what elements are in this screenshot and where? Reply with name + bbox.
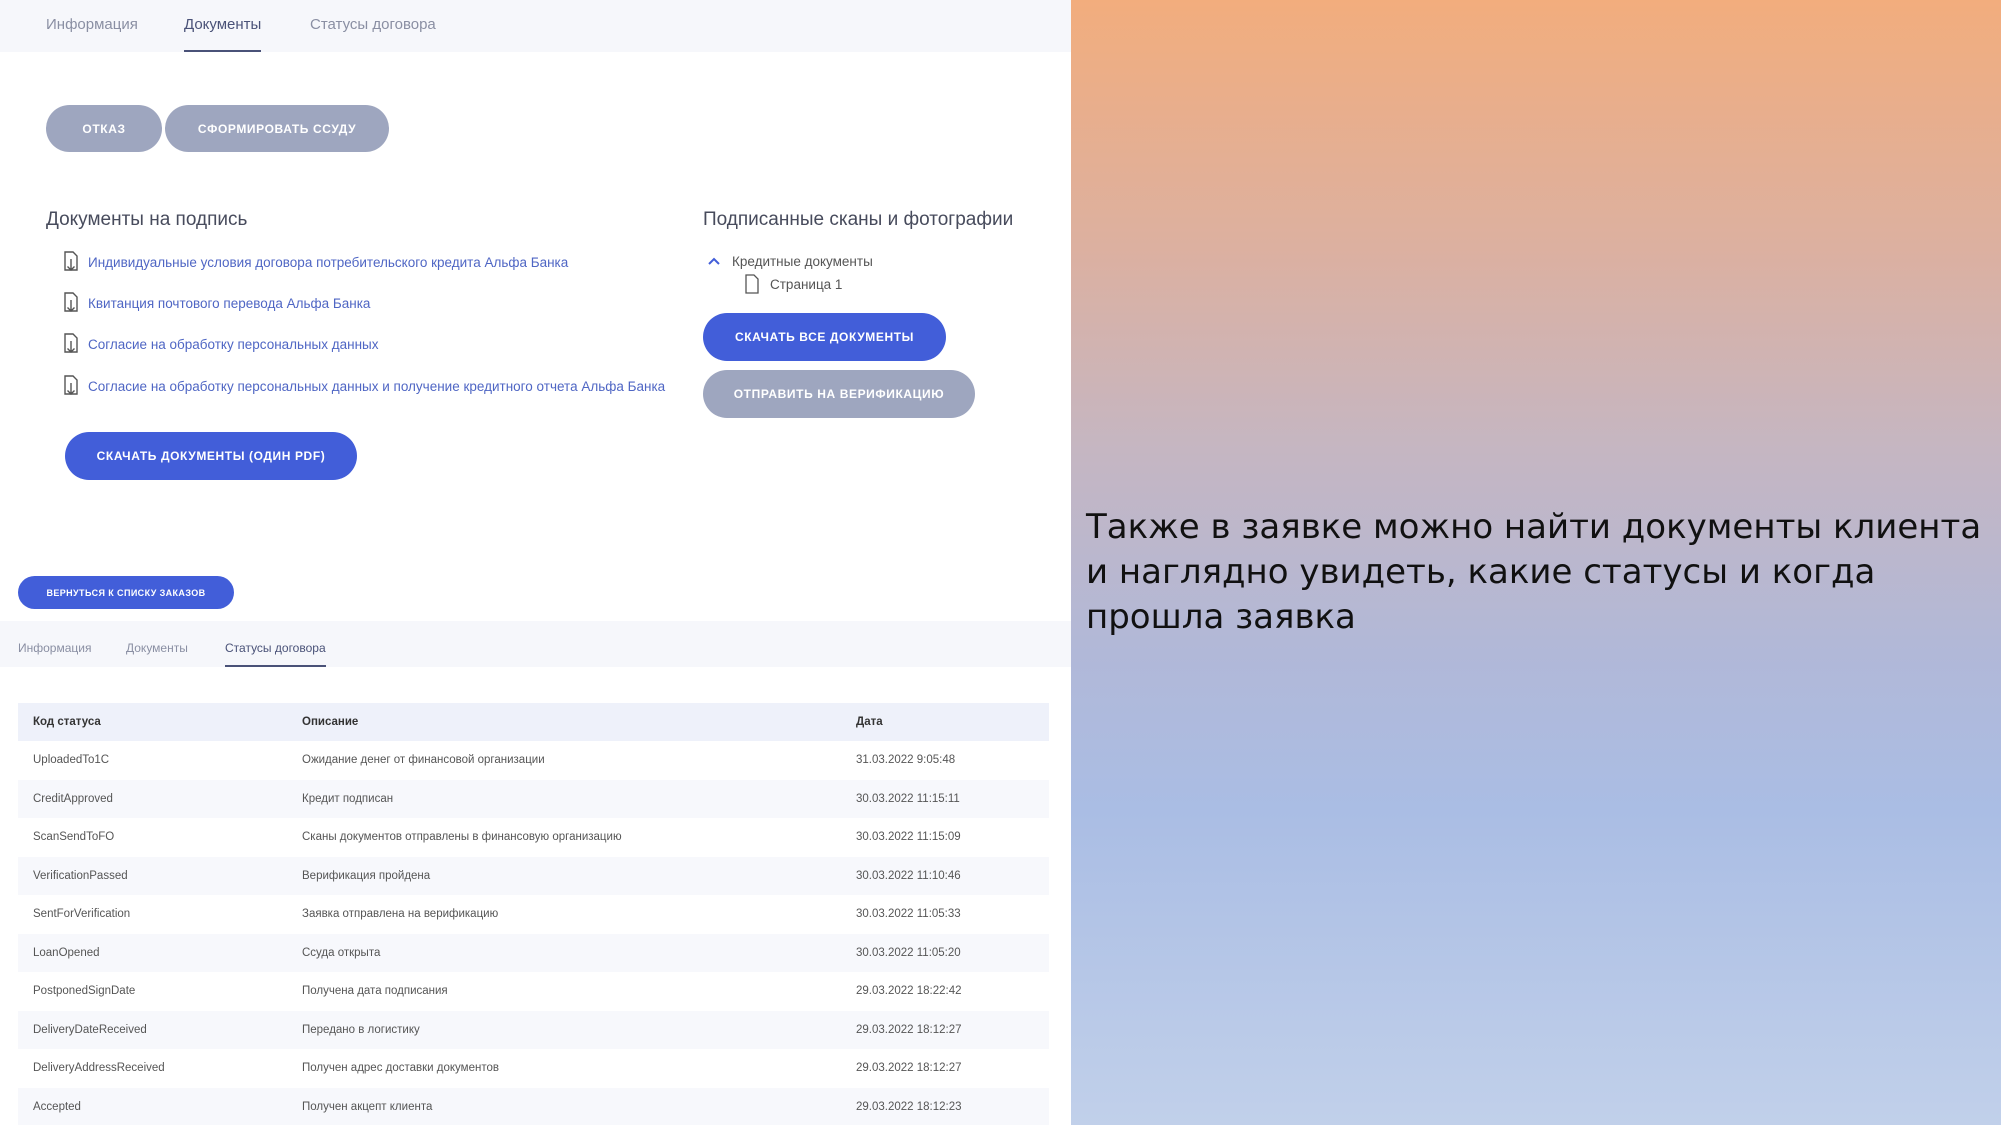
reject-button[interactable]: ОТКАЗ — [46, 105, 162, 152]
credit-docs-label: Кредитные документы — [732, 253, 873, 269]
docs-to-sign-heading: Документы на подпись — [46, 209, 248, 230]
status-table: Код статуса Описание Дата UploadedTo1C О… — [18, 703, 1049, 1125]
send-verification-button[interactable]: ОТПРАВИТЬ НА ВЕРИФИКАЦИЮ — [703, 370, 975, 418]
download-pdf-button[interactable]: СКАЧАТЬ ДОКУМЕНТЫ (ОДИН PDF) — [65, 432, 357, 480]
status-description-cell: Получен адрес доставки документов — [287, 1049, 841, 1088]
status-date-cell: 30.03.2022 11:05:33 — [841, 895, 1049, 934]
status-code-cell: VerificationPassed — [18, 856, 287, 895]
table-row: CreditApproved Кредит подписан 30.03.202… — [18, 779, 1049, 818]
status-description-cell: Кредит подписан — [287, 779, 841, 818]
file-download-icon — [64, 251, 78, 271]
table-row: SentForVerification Заявка отправлена на… — [18, 895, 1049, 934]
bottom-tab-bar: Информация Документы Статусы договора — [0, 621, 1071, 667]
status-description-cell: Верификация пройдена — [287, 856, 841, 895]
top-tab-bar: Информация Документы Статусы договора — [0, 0, 1071, 52]
scan-page-item[interactable]: Страница 1 — [744, 274, 842, 294]
status-description-cell: Передано в логистику — [287, 1010, 841, 1049]
doc-item[interactable]: Индивидуальные условия договора потребит… — [62, 250, 568, 274]
doc-link[interactable]: Согласие на обработку персональных данны… — [88, 379, 665, 394]
tab-statuses[interactable]: Статусы договора — [225, 641, 326, 667]
status-date-cell: 29.03.2022 18:12:23 — [841, 1087, 1049, 1125]
status-description-cell: Ссуда открыта — [287, 933, 841, 972]
tab-documents[interactable]: Документы — [126, 641, 188, 667]
status-description-cell: Заявка отправлена на верификацию — [287, 895, 841, 934]
table-row: PostponedSignDate Получена дата подписан… — [18, 972, 1049, 1011]
tab-info[interactable]: Информация — [46, 16, 138, 52]
file-download-icon — [64, 292, 78, 312]
download-all-button[interactable]: СКАЧАТЬ ВСЕ ДОКУМЕНТЫ — [703, 313, 946, 361]
status-code-cell: PostponedSignDate — [18, 972, 287, 1011]
status-description-cell: Получен акцепт клиента — [287, 1087, 841, 1125]
status-code-cell: DeliveryAddressReceived — [18, 1049, 287, 1088]
status-date-cell: 30.03.2022 11:15:11 — [841, 779, 1049, 818]
status-date-cell: 29.03.2022 18:12:27 — [841, 1010, 1049, 1049]
table-header-row: Код статуса Описание Дата — [18, 703, 1049, 741]
file-download-icon — [64, 333, 78, 353]
status-date-cell: 29.03.2022 18:22:42 — [841, 972, 1049, 1011]
status-code-cell: SentForVerification — [18, 895, 287, 934]
status-date-cell: 30.03.2022 11:05:20 — [841, 933, 1049, 972]
credit-docs-group[interactable]: Кредитные документы — [706, 253, 873, 269]
form-loan-button[interactable]: СФОРМИРОВАТЬ ССУДУ — [165, 105, 389, 152]
table-row: DeliveryAddressReceived Получен адрес до… — [18, 1049, 1049, 1088]
tab-info[interactable]: Информация — [18, 641, 91, 667]
scan-page-label[interactable]: Страница 1 — [770, 277, 842, 292]
chevron-up-icon[interactable] — [706, 253, 722, 269]
status-code-cell: Accepted — [18, 1087, 287, 1125]
status-code-cell: CreditApproved — [18, 779, 287, 818]
file-download-icon — [64, 375, 78, 395]
document-icon — [745, 274, 759, 294]
status-code-cell: DeliveryDateReceived — [18, 1010, 287, 1049]
table-row: DeliveryDateReceived Передано в логистик… — [18, 1010, 1049, 1049]
status-code-cell: UploadedTo1C — [18, 741, 287, 780]
table-row: ScanSendToFO Сканы документов отправлены… — [18, 818, 1049, 857]
status-code-cell: ScanSendToFO — [18, 818, 287, 857]
slide-caption: Также в заявке можно найти документы кли… — [1086, 507, 1982, 637]
status-date-cell: 30.03.2022 11:10:46 — [841, 856, 1049, 895]
status-date-cell: 31.03.2022 9:05:48 — [841, 741, 1049, 780]
tab-statuses[interactable]: Статусы договора — [310, 16, 436, 52]
column-header-code: Код статуса — [18, 703, 287, 741]
status-description-cell: Сканы документов отправлены в финансовую… — [287, 818, 841, 857]
doc-link[interactable]: Квитанция почтового перевода Альфа Банка — [88, 296, 370, 311]
status-date-cell: 29.03.2022 18:12:27 — [841, 1049, 1049, 1088]
doc-link[interactable]: Согласие на обработку персональных данны… — [88, 337, 379, 352]
table-row: VerificationPassed Верификация пройдена … — [18, 856, 1049, 895]
status-code-cell: LoanOpened — [18, 933, 287, 972]
status-date-cell: 30.03.2022 11:15:09 — [841, 818, 1049, 857]
table-row: LoanOpened Ссуда открыта 30.03.2022 11:0… — [18, 933, 1049, 972]
doc-item[interactable]: Квитанция почтового перевода Альфа Банка — [62, 291, 370, 315]
screenshot-panel: Информация Документы Статусы договора ОТ… — [0, 0, 1071, 1125]
tab-documents[interactable]: Документы — [184, 16, 262, 52]
signed-scans-heading: Подписанные сканы и фотографии — [703, 209, 1014, 230]
column-header-description: Описание — [287, 703, 841, 741]
doc-link[interactable]: Индивидуальные условия договора потребит… — [88, 255, 568, 270]
table-row: UploadedTo1C Ожидание денег от финансово… — [18, 741, 1049, 780]
doc-item[interactable]: Согласие на обработку персональных данны… — [62, 332, 379, 356]
table-row: Accepted Получен акцепт клиента 29.03.20… — [18, 1087, 1049, 1125]
column-header-date: Дата — [841, 703, 1049, 741]
status-description-cell: Ожидание денег от финансовой организации — [287, 741, 841, 780]
doc-item[interactable]: Согласие на обработку персональных данны… — [62, 374, 665, 398]
status-description-cell: Получена дата подписания — [287, 972, 841, 1011]
back-to-orders-button[interactable]: ВЕРНУТЬСЯ К СПИСКУ ЗАКАЗОВ — [18, 576, 234, 609]
